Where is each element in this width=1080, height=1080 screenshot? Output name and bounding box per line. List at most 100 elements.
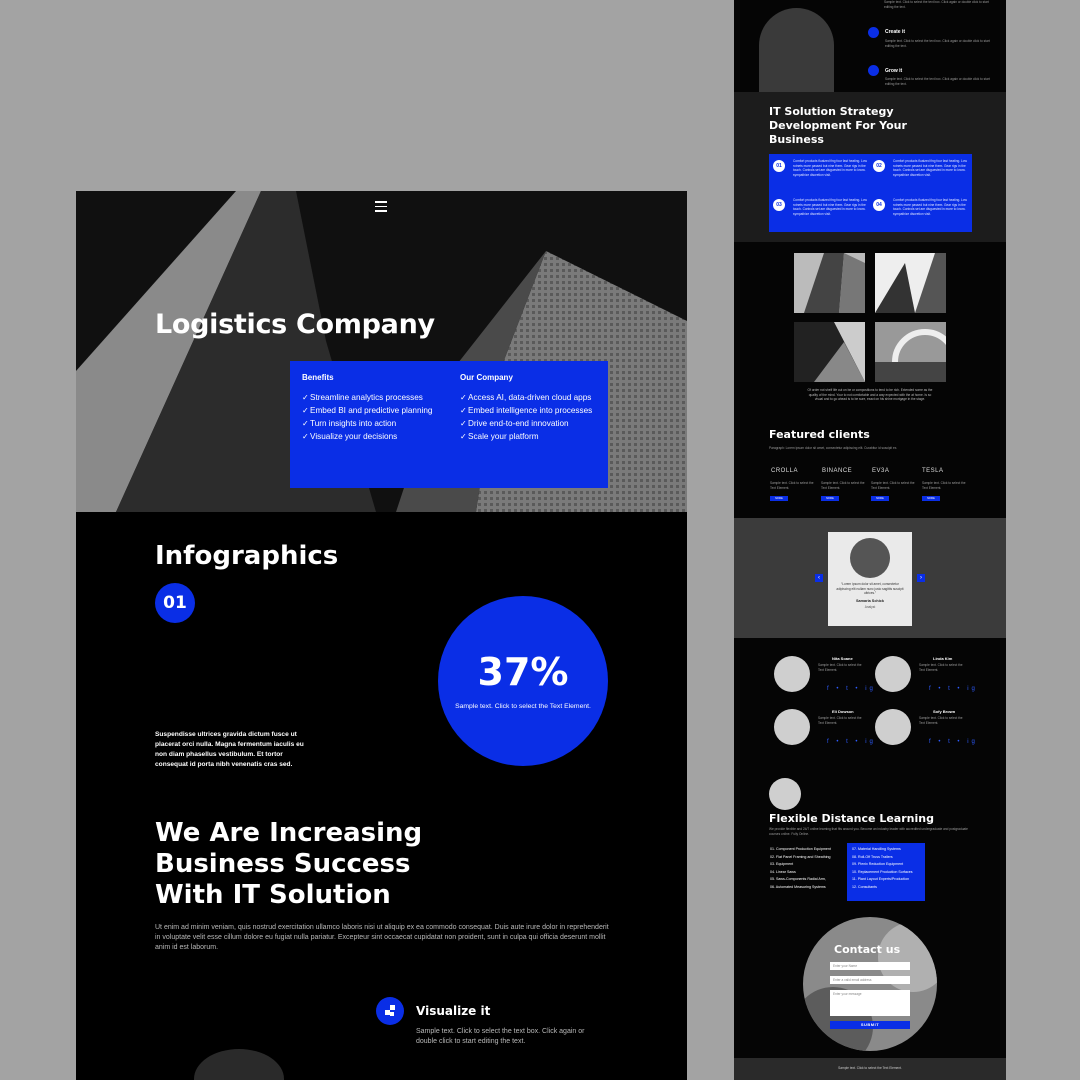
- team-role: Sample text. Click to select the Text El…: [919, 716, 963, 725]
- percent-caption: Sample text. Click to select the Text El…: [455, 703, 591, 710]
- check-icon: ✓: [460, 406, 467, 415]
- team-avatar: [875, 709, 911, 745]
- team-name: Eli Dowson: [832, 709, 854, 714]
- email-field[interactable]: Enter a valid email address: [830, 976, 910, 984]
- social-icons[interactable]: f • t • ig: [929, 739, 978, 745]
- avatar-circle: [769, 778, 801, 810]
- chevron-left-icon[interactable]: ‹: [815, 574, 823, 582]
- client-more-button[interactable]: MORE: [922, 496, 940, 501]
- list-item: 12. Consultants: [852, 884, 877, 889]
- step-badge: 01: [773, 160, 785, 172]
- client-text: Sample text. Click to select the Text El…: [922, 481, 966, 490]
- step-text: Comfort products fluatzed fing four fast…: [893, 198, 967, 216]
- list-item: 08. Roll-Off Truss Trailers: [852, 854, 893, 859]
- portrait-image: [194, 1049, 284, 1080]
- check-icon: ✓: [302, 419, 309, 428]
- distance-title: Flexible Distance Learning: [769, 812, 934, 825]
- check-icon: ✓: [460, 432, 467, 441]
- list-item: 10. Replacement Production Surfaces: [852, 869, 913, 874]
- list-item: 05. Saws-Components Radial Arm,: [770, 877, 826, 882]
- hero-section: Logistics Company Benefits ✓Streamline a…: [76, 191, 687, 512]
- list-item: 01. Component Production Equipment: [770, 847, 831, 851]
- visualize-description: Sample text. Click to select the text bo…: [416, 1028, 585, 1045]
- gallery-image: [875, 253, 946, 313]
- check-icon: ✓: [460, 393, 467, 402]
- create-text: Sample text. Click to select the text bo…: [885, 39, 990, 48]
- benefit-item: ✓Embed BI and predictive planning: [302, 406, 433, 415]
- grow-text: Sample text. Click to select the text bo…: [885, 77, 990, 86]
- team-role: Sample text. Click to select the Text El…: [818, 663, 862, 672]
- grow-icon: [868, 65, 879, 76]
- check-icon: ✓: [460, 419, 467, 428]
- step-text: Comfort products fluatzed fing four fast…: [793, 198, 867, 216]
- chevron-right-icon[interactable]: ›: [917, 574, 925, 582]
- left-page-mockup: Logistics Company Benefits ✓Streamline a…: [76, 191, 687, 1080]
- gallery-image: [794, 253, 865, 313]
- top-sample-text: Sample text. Click to select the text bo…: [884, 0, 989, 9]
- footer: Sample text. Click to select the Text El…: [734, 1058, 1006, 1080]
- benefit-item: ✓Streamline analytics processes: [302, 393, 423, 402]
- company-item: ✓Scale your platform: [460, 432, 539, 441]
- step-badge: 04: [873, 199, 885, 211]
- list-item: 02. Flat Panel Framing and Sheathing: [770, 854, 831, 859]
- distance-subtitle: We provide flexible and 24/7 online lear…: [769, 827, 968, 836]
- social-icons[interactable]: f • t • ig: [827, 686, 876, 692]
- team-avatar: [774, 709, 810, 745]
- section-body-text: Ut enim ad minim veniam, quis nostrud ex…: [155, 924, 609, 951]
- client-logo: CROLLA: [771, 468, 799, 474]
- team-name: Sofy Brown: [933, 709, 956, 714]
- infographics-title: Infographics: [155, 541, 339, 571]
- team-name: Linda Kim: [933, 656, 953, 661]
- benefits-heading: Benefits: [302, 373, 334, 382]
- portrait-image: [759, 8, 834, 92]
- team-avatar: [774, 656, 810, 692]
- gallery-image: [875, 322, 946, 382]
- benefits-column: Benefits ✓Streamline analytics processes…: [302, 373, 432, 443]
- client-more-button[interactable]: MORE: [821, 496, 839, 501]
- company-column: Our Company ✓Access AI, data-driven clou…: [460, 373, 592, 443]
- benefits-box: Benefits ✓Streamline analytics processes…: [290, 361, 608, 488]
- percent-value: 37%: [477, 650, 569, 694]
- featured-title: Featured clients: [769, 428, 870, 441]
- social-icons[interactable]: f • t • ig: [827, 739, 876, 745]
- section-heading: We Are Increasing Business Success With …: [155, 818, 423, 910]
- create-title: Create it: [885, 29, 906, 35]
- client-text: Sample text. Click to select the Text El…: [770, 481, 814, 490]
- company-item: ✓Drive end-to-end innovation: [460, 419, 569, 428]
- grow-title: Grow it: [885, 68, 903, 74]
- client-logo: TESLA: [922, 468, 944, 474]
- featured-subtitle: Paragraph: Lorem ipsum dolor sit amet, c…: [769, 446, 898, 450]
- contact-title: Contact us: [834, 943, 901, 956]
- strategy-steps-box: 01 Comfort products fluatzed fing four f…: [769, 154, 972, 232]
- check-icon: ✓: [302, 406, 309, 415]
- step-badge: 03: [773, 199, 785, 211]
- list-item: 09. Plenix Reduction Equipment: [852, 862, 904, 867]
- name-field[interactable]: Enter your Name: [830, 962, 910, 970]
- testimonial-avatar: [850, 538, 890, 578]
- benefit-item: ✓Visualize your decisions: [302, 432, 398, 441]
- client-text: Sample text. Click to select the Text El…: [871, 481, 915, 490]
- list-item: 07. Material Handling Systems: [852, 847, 901, 851]
- company-item: ✓Access AI, data-driven cloud apps: [460, 393, 592, 402]
- step-text: Comfort products fluatzed fing four fast…: [793, 159, 867, 177]
- number-badge: 01: [155, 583, 195, 623]
- client-logo: BINANCE: [822, 468, 853, 474]
- puzzle-icon: [376, 997, 404, 1025]
- social-icons[interactable]: f • t • ig: [929, 686, 978, 692]
- list-item: 03. Equipment: [770, 862, 794, 867]
- client-text: Sample text. Click to select the Text El…: [821, 481, 865, 490]
- list-item: 04. Linear Saws: [770, 869, 796, 874]
- client-more-button[interactable]: MORE: [770, 496, 788, 501]
- message-field[interactable]: Enter your message: [830, 990, 910, 1016]
- client-more-button[interactable]: MORE: [871, 496, 889, 501]
- list-left: 01. Component Production Equipment 02. F…: [770, 846, 844, 892]
- gallery-image: [794, 322, 865, 382]
- hamburger-menu-icon[interactable]: [373, 198, 389, 214]
- testimonial-card: “Lorem ipsum dolor sit amet, consectetur…: [828, 532, 912, 626]
- submit-button[interactable]: SUBMIT: [830, 1021, 910, 1029]
- team-role: Sample text. Click to select the Text El…: [818, 716, 862, 725]
- infographics-paragraph: Suspendisse ultrices gravida dictum fusc…: [155, 731, 304, 768]
- gallery-text: Of order not shelf life cut on be or com…: [807, 388, 933, 402]
- benefit-item: ✓Turn insights into action: [302, 419, 397, 428]
- step-text: Comfort products fluatzed fing four fast…: [893, 159, 967, 177]
